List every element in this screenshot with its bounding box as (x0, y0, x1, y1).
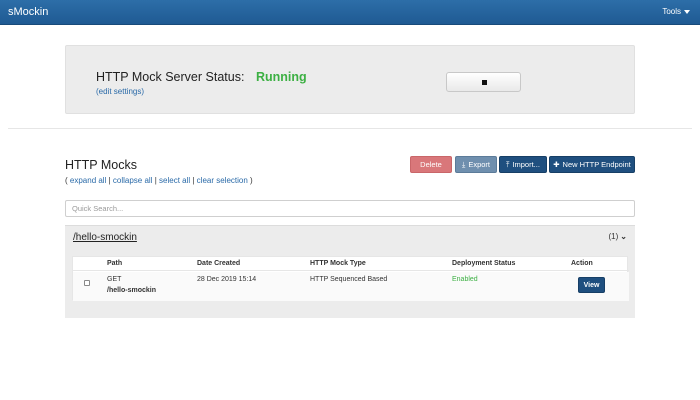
mocks-table-header: Path Date Created HTTP Mock Type Deploym… (73, 257, 629, 271)
server-status-panel: HTTP Mock Server Status: Running (edit s… (65, 45, 635, 114)
view-button[interactable]: View (578, 277, 605, 293)
brand-logo[interactable]: sMockin (8, 6, 48, 18)
section-divider (8, 128, 692, 129)
quick-search-input[interactable] (65, 200, 635, 217)
tools-menu[interactable]: Tools (662, 7, 690, 16)
delete-button[interactable]: Delete (410, 156, 452, 173)
column-header-mock-type: HTTP Mock Type (310, 260, 366, 267)
edit-settings-link[interactable]: (edit settings) (96, 87, 144, 96)
plus-icon: ✚ (553, 160, 560, 169)
column-header-deployment-status: Deployment Status (452, 260, 516, 267)
bulk-action-links: ( expand all | collapse all | select all… (65, 176, 253, 185)
http-mocks-title: HTTP Mocks (65, 158, 137, 172)
caret-down-icon (684, 9, 690, 14)
collapse-all-link[interactable]: collapse all (113, 176, 153, 185)
row-path: /hello-smockin (107, 287, 157, 294)
row-deployment-status: Enabled (452, 276, 478, 283)
row-mock-type: HTTP Sequenced Based (310, 276, 388, 283)
chevron-down-icon: ⌄ (620, 232, 627, 241)
stop-square-icon (482, 80, 487, 85)
column-header-action: Action (571, 260, 593, 267)
mocks-table: Path Date Created HTTP Mock Type Deploym… (72, 256, 629, 301)
row-date-created: 28 Dec 2019 15:14 (197, 276, 257, 283)
export-icon: ⤓ (461, 159, 466, 169)
column-header-date-created: Date Created (197, 260, 241, 267)
mock-group-toggle[interactable]: (1) ⌄ (609, 232, 627, 241)
row-method: GET (107, 276, 122, 283)
mock-group-panel: /hello-smockin (1) ⌄ Path Date Created HT… (65, 225, 635, 318)
tools-menu-label: Tools (662, 7, 681, 16)
select-all-link[interactable]: select all (159, 176, 190, 185)
stop-server-button[interactable] (446, 72, 521, 92)
table-row: GET /hello-smockin 28 Dec 2019 15:14 HTT… (73, 272, 629, 301)
import-icon: ⤒ (506, 159, 510, 169)
server-status-value: Running (256, 70, 307, 84)
clear-selection-link[interactable]: clear selection (197, 176, 248, 185)
mock-group-count: (1) (608, 232, 619, 241)
expand-all-link[interactable]: expand all (70, 176, 106, 185)
mock-group-name[interactable]: /hello-smockin (73, 232, 137, 243)
row-select-checkbox[interactable] (84, 280, 90, 286)
import-button[interactable]: ⤒ Import... (499, 156, 547, 173)
column-header-path: Path (107, 260, 123, 267)
top-navbar: sMockin Tools (0, 0, 700, 25)
new-http-endpoint-button[interactable]: ✚ New HTTP Endpoint (549, 156, 635, 173)
server-status-label: HTTP Mock Server Status: (96, 70, 245, 84)
export-button[interactable]: ⤓ Export (455, 156, 497, 173)
